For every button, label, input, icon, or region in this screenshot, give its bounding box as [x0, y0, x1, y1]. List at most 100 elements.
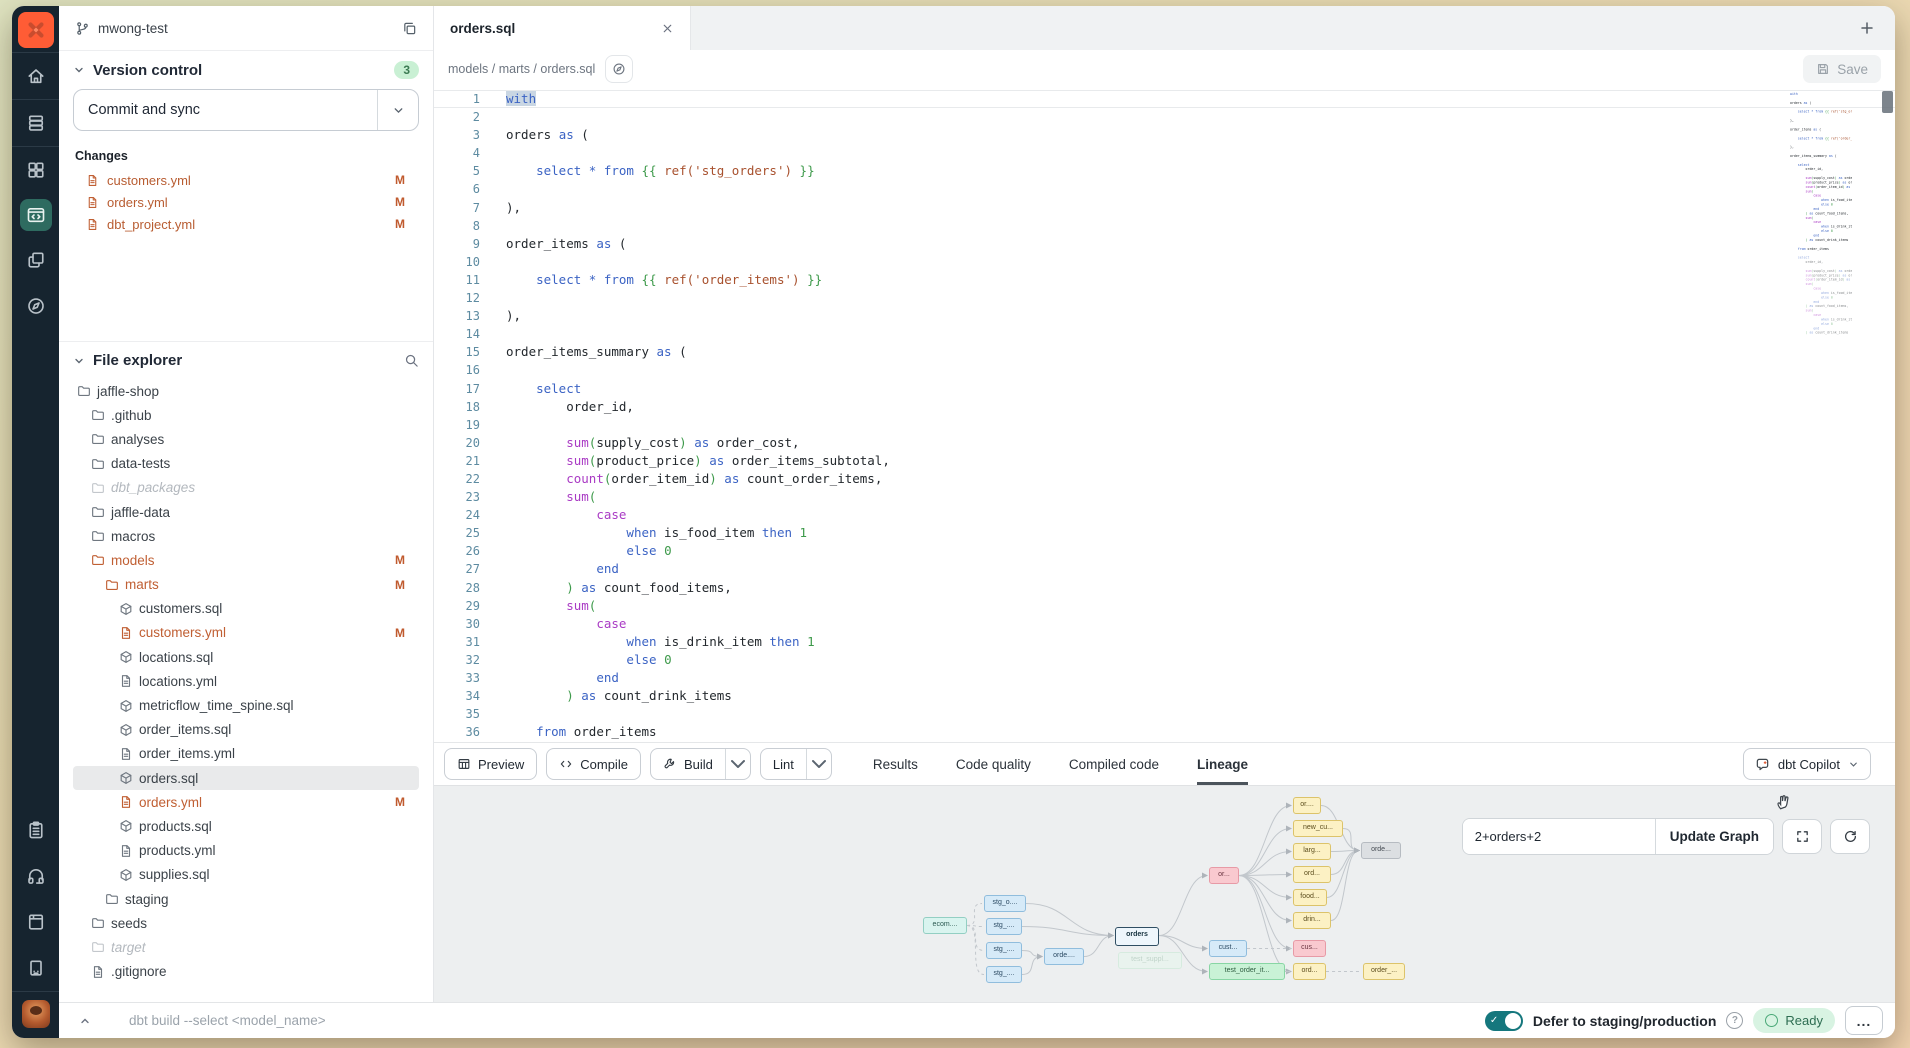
code-line[interactable]: 14: [434, 325, 1895, 343]
code-line[interactable]: 5 select * from {{ ref('stg_orders') }}: [434, 162, 1895, 180]
lineage-node-y_order2[interactable]: order_...: [1363, 963, 1405, 980]
tree-item-target[interactable]: target: [73, 935, 419, 959]
tree-item--github[interactable]: .github: [73, 403, 419, 427]
new-tab-plus-icon[interactable]: [1859, 20, 1875, 36]
code-line[interactable]: 6: [434, 180, 1895, 198]
branch-name[interactable]: mwong-test: [98, 21, 168, 36]
changed-file-row[interactable]: customers.ymlM: [73, 169, 419, 191]
code-line[interactable]: 31 when is_drink_item then 1: [434, 633, 1895, 651]
sidebar-item-docs-book[interactable]: [12, 899, 59, 945]
tree-item-customers-sql[interactable]: customers.sql: [73, 597, 419, 621]
tree-item-customers-yml[interactable]: customers.ymlM: [73, 621, 419, 645]
save-button[interactable]: Save: [1803, 55, 1881, 83]
code-line[interactable]: 22 count(order_item_id) as count_order_i…: [434, 470, 1895, 488]
version-control-header[interactable]: Version control 3: [73, 61, 419, 79]
tab-results[interactable]: Results: [873, 743, 918, 785]
tab-orders-sql[interactable]: orders.sql: [434, 6, 691, 50]
tree-item-products-yml[interactable]: products.yml: [73, 839, 419, 863]
tab-lineage[interactable]: Lineage: [1197, 743, 1248, 785]
tree-item-order-items-sql[interactable]: order_items.sql: [73, 718, 419, 742]
code-line[interactable]: 23 sum(: [434, 488, 1895, 506]
sidebar-item-support-headphones[interactable]: [12, 853, 59, 899]
tree-item-orders-yml[interactable]: orders.ymlM: [73, 790, 419, 814]
lineage-node-y_ord2[interactable]: ord...: [1293, 963, 1326, 980]
build-button[interactable]: Build: [650, 748, 751, 780]
command-input[interactable]: dbt build --select <model_name>: [129, 1013, 326, 1028]
tree-item-data-tests[interactable]: data-tests: [73, 452, 419, 476]
code-line[interactable]: 30 case: [434, 615, 1895, 633]
code-line[interactable]: 21 sum(product_price) as order_items_sub…: [434, 452, 1895, 470]
lineage-node-y_new_cu[interactable]: new_cu...: [1293, 820, 1343, 837]
lineage-node-y_food[interactable]: food...: [1293, 889, 1327, 906]
dbt-copilot-button[interactable]: dbt Copilot: [1743, 748, 1871, 780]
code-line[interactable]: 11 select * from {{ ref('order_items') }…: [434, 271, 1895, 289]
tree-item-locations-yml[interactable]: locations.yml: [73, 669, 419, 693]
sidebar-item-home[interactable]: [12, 53, 59, 99]
build-options-chevron[interactable]: [726, 752, 750, 776]
sidebar-item-apps-grid[interactable]: [12, 147, 59, 193]
open-in-explore-icon[interactable]: [605, 55, 633, 83]
tree-item-jaffle-data[interactable]: jaffle-data: [73, 500, 419, 524]
copy-branch-icon[interactable]: [402, 21, 417, 36]
lineage-node-stg_2[interactable]: stg_....: [986, 942, 1022, 959]
lineage-node-y_ord[interactable]: ord...: [1293, 866, 1331, 883]
tab-code-quality[interactable]: Code quality: [956, 743, 1031, 785]
sidebar-item-clipboard[interactable]: [12, 807, 59, 853]
lint-button[interactable]: Lint: [760, 748, 832, 780]
tree-item-dbt-packages[interactable]: dbt_packages: [73, 476, 419, 500]
changed-file-row[interactable]: orders.ymlM: [73, 191, 419, 213]
more-options-button[interactable]: ...: [1845, 1006, 1883, 1035]
tree-item-products-sql[interactable]: products.sql: [73, 814, 419, 838]
changed-file-row[interactable]: dbt_project.ymlM: [73, 213, 419, 235]
code-line[interactable]: 28 ) as count_food_items,: [434, 579, 1895, 597]
tree-item-seeds[interactable]: seeds: [73, 911, 419, 935]
code-line[interactable]: 26 else 0: [434, 542, 1895, 560]
update-graph-button[interactable]: Update Graph: [1656, 819, 1773, 854]
code-line[interactable]: 25 when is_food_item then 1: [434, 524, 1895, 542]
code-line[interactable]: 27 end: [434, 560, 1895, 578]
sidebar-item-windows[interactable]: [12, 237, 59, 283]
refresh-icon[interactable]: [1830, 819, 1870, 854]
tree-item--gitignore[interactable]: .gitignore: [73, 960, 419, 984]
commit-options-chevron[interactable]: [378, 104, 418, 117]
code-line[interactable]: 34 ) as count_drink_items: [434, 687, 1895, 705]
tree-item-marts[interactable]: martsM: [73, 573, 419, 597]
fullscreen-icon[interactable]: [1782, 819, 1822, 854]
chevron-up-icon[interactable]: [79, 1015, 91, 1027]
sidebar-item-explore-compass[interactable]: [12, 283, 59, 329]
code-line[interactable]: 1with: [434, 90, 1895, 108]
sidebar-item-deploy-stack[interactable]: [12, 100, 59, 146]
tab-compiled-code[interactable]: Compiled code: [1069, 743, 1159, 785]
sidebar-item-code-editor[interactable]: [12, 193, 59, 237]
code-line[interactable]: 8: [434, 217, 1895, 235]
lineage-node-ecom[interactable]: ecom....: [923, 917, 967, 934]
tree-item-metricflow-time-spine-sql[interactable]: metricflow_time_spine.sql: [73, 693, 419, 717]
tree-item-jaffle-shop[interactable]: jaffle-shop: [73, 379, 419, 403]
lineage-node-cus_pink[interactable]: cus...: [1293, 940, 1326, 957]
lineage-node-y_larg[interactable]: larg...: [1293, 843, 1331, 860]
code-line[interactable]: 24 case: [434, 506, 1895, 524]
code-line[interactable]: 16: [434, 361, 1895, 379]
code-line[interactable]: 37: [434, 741, 1895, 742]
code-line[interactable]: 33 end: [434, 669, 1895, 687]
code-line[interactable]: 36 from order_items: [434, 723, 1895, 741]
tree-item-orders-sql[interactable]: orders.sql: [73, 766, 419, 790]
lineage-node-orde1[interactable]: orde....: [1044, 948, 1084, 965]
code-line[interactable]: 17 select: [434, 380, 1895, 398]
close-tab-icon[interactable]: [661, 22, 674, 35]
lineage-node-orders[interactable]: orders: [1115, 927, 1159, 946]
sidebar-item-changelog[interactable]: [12, 945, 59, 991]
lineage-node-y_drin[interactable]: drin...: [1293, 912, 1331, 929]
tree-item-macros[interactable]: macros: [73, 524, 419, 548]
search-icon[interactable]: [404, 353, 419, 368]
compile-button[interactable]: Compile: [546, 748, 641, 780]
code-line[interactable]: 10: [434, 253, 1895, 271]
lineage-node-test_order_it[interactable]: test_order_it...: [1209, 963, 1285, 980]
code-line[interactable]: 32 else 0: [434, 651, 1895, 669]
lineage-node-cust[interactable]: cust...: [1209, 940, 1247, 957]
dbt-logo-icon[interactable]: [18, 12, 54, 48]
code-editor[interactable]: 1with23orders as (45 select * from {{ re…: [434, 88, 1895, 742]
lineage-node-stg_1[interactable]: stg_....: [986, 918, 1022, 935]
minimap[interactable]: with orders as ( select * from {{ ref('s…: [1790, 92, 1852, 342]
lineage-node-or_pink[interactable]: or...: [1209, 867, 1239, 884]
